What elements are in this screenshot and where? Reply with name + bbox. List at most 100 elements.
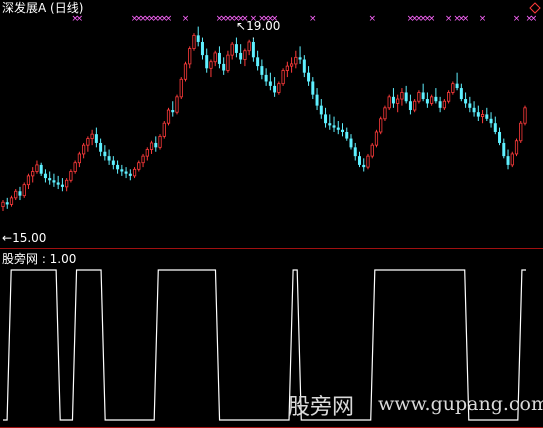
candle-body-up [1, 201, 5, 208]
candle-body-down [239, 52, 243, 60]
chart-title: 深发展A (日线) [2, 1, 84, 15]
candle-body-up [281, 70, 285, 85]
candle-body-up [179, 78, 183, 98]
candle-body-down [476, 112, 480, 117]
candle-body-up [149, 142, 154, 150]
candle-body-down [472, 107, 476, 113]
candle-body-up [183, 63, 188, 80]
candle-body-up [451, 83, 455, 93]
candle-body-down [498, 131, 502, 143]
candle-body-up [413, 100, 417, 111]
candle-body-down [52, 180, 56, 183]
candle-body-down [234, 44, 238, 53]
candle-body-down [485, 114, 489, 119]
candle-body-down [502, 142, 506, 157]
signal-marker: × [368, 14, 376, 24]
candle-body-down [60, 184, 64, 187]
candle-body-down [459, 88, 463, 100]
candle-body-up [442, 100, 446, 109]
candle-body-down [341, 129, 345, 132]
candle-body-down [357, 156, 361, 165]
candle-body-down [94, 134, 98, 143]
candle-body-down [256, 57, 260, 67]
low-price-annotation: ←15.00 [2, 231, 47, 245]
candle-body-down [404, 92, 408, 102]
candle-body-down [273, 85, 277, 93]
candle-body-down [425, 99, 429, 104]
candle-body-up [162, 122, 166, 137]
candle-body-up [523, 107, 527, 124]
signal-marker: × [530, 14, 538, 24]
candle-body-up [289, 63, 294, 67]
watermark-url: www.gupang.com [378, 393, 543, 415]
signal-marker: × [513, 14, 521, 24]
signal-marker: × [182, 14, 190, 24]
candle-body-up [209, 61, 213, 69]
candle-body-up [192, 34, 196, 49]
candle-body-up [166, 109, 171, 124]
candle-body-up [519, 122, 523, 142]
signal-marker: × [76, 14, 84, 24]
candle-body-down [154, 142, 158, 148]
candle-body-down [493, 123, 497, 132]
high-price-annotation: ↖19.00 [236, 19, 281, 33]
candle-body-up [294, 56, 298, 65]
candle-body-down [362, 164, 366, 168]
candle-body-down [345, 131, 349, 139]
signal-marker: × [479, 14, 487, 24]
candle-body-up [137, 162, 141, 170]
candle-body-down [48, 178, 52, 181]
candle-body-down [268, 81, 272, 86]
candle-body-down [128, 173, 132, 176]
high-price-value: 19.00 [246, 19, 281, 33]
candle-body-down [434, 96, 438, 102]
candle-body-up [77, 153, 81, 164]
candle-body-down [264, 74, 268, 82]
candle-body-up [285, 65, 289, 71]
signal-marker: × [309, 14, 317, 24]
candle-body-down [251, 41, 255, 58]
candle-body-up [230, 43, 234, 56]
candle-body-down [103, 151, 107, 157]
candle-body-up [90, 133, 94, 139]
candle-body-down [217, 52, 221, 64]
candle-body-up [379, 118, 383, 133]
candle-body-up [188, 48, 192, 65]
candle-body-up [510, 153, 514, 166]
candle-body-up [366, 155, 370, 168]
candle-body-down [332, 125, 336, 128]
candle-body-up [141, 155, 145, 164]
signal-marker: × [462, 14, 470, 24]
candle-body-up [383, 107, 387, 120]
candle-body-down [455, 83, 459, 89]
candle-body-up [35, 164, 39, 172]
candle-body-down [468, 103, 472, 108]
candle-body-down [5, 202, 9, 205]
candle-body-up [73, 162, 77, 172]
candle-body-up [396, 98, 400, 104]
chart-canvas[interactable]: ×× ××××××××× × ××××××× × ×××× × × ×××××× × ××× × × ×× [0, 0, 543, 428]
candle-body-up [69, 171, 73, 181]
chart-window: × × × × × × × × × × × × × × × × × × × × × × × × × × × × × × × × × × × × × × × ×… [0, 0, 543, 428]
candle-body-up [213, 52, 217, 63]
watermark-text: 股旁网 [288, 395, 355, 420]
candle-body-down [205, 55, 209, 69]
candle-body-up [447, 92, 451, 102]
candle-body-up [31, 171, 35, 177]
candle-body-up [374, 131, 379, 146]
candle-body-up [243, 50, 247, 60]
candle-body-down [43, 173, 47, 179]
candle-body-down [307, 72, 311, 82]
candle-body-down [421, 92, 425, 100]
candle-body-down [99, 142, 103, 152]
candle-body-down [506, 156, 510, 165]
candle-body-up [22, 184, 26, 197]
candle-body-up [158, 135, 162, 148]
candle-body-up [132, 168, 137, 177]
candle-body-up [9, 197, 14, 205]
candle-body-up [387, 96, 391, 109]
candle-body-up [14, 190, 18, 199]
candle-body-up [247, 41, 251, 52]
candle-body-down [124, 171, 128, 174]
candle-body-down [438, 101, 442, 108]
